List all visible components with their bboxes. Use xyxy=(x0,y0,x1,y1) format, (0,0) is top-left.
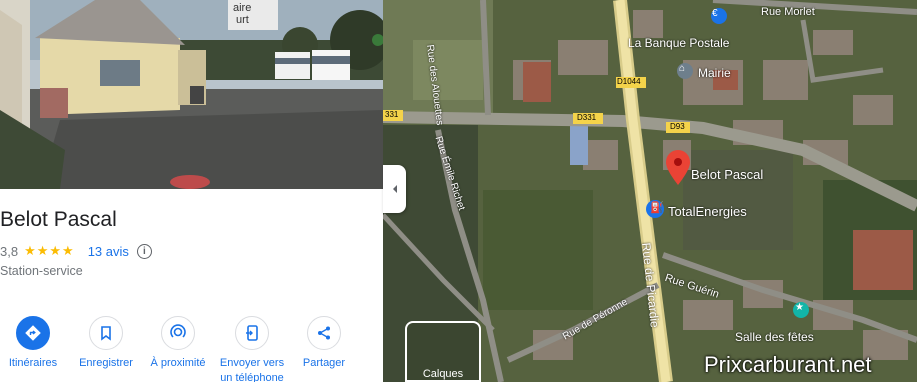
road-label-d331: D331 xyxy=(577,113,597,122)
save-button[interactable]: Enregistrer xyxy=(68,316,144,371)
gas-station-icon: ⛽ xyxy=(650,202,664,214)
nearby-icon xyxy=(161,316,195,350)
town-hall-icon: ⌂ xyxy=(679,63,686,74)
send-to-phone-label: Envoyer vers un téléphone xyxy=(219,357,285,382)
poi-marker-label[interactable]: Belot Pascal xyxy=(691,167,763,182)
rating-row: 3,8 ★★★★ 13 avis i xyxy=(0,243,152,259)
share-button[interactable]: Partager xyxy=(286,316,362,371)
phone-icon xyxy=(235,316,269,350)
layers-label: Calques xyxy=(422,368,464,380)
place-photo[interactable]: aire urt xyxy=(0,0,383,189)
place-panel: aire urt Belot Pascal 3,8 ★★★★ 13 avis i… xyxy=(0,0,383,382)
chevron-left-icon xyxy=(392,185,397,193)
bank-icon: € xyxy=(712,8,718,19)
photo-sign-text: aire xyxy=(233,2,252,14)
poi-salle-des-fetes[interactable]: Salle des fêtes xyxy=(735,330,814,344)
place-category: Station-service xyxy=(0,264,83,278)
info-icon[interactable]: i xyxy=(136,243,152,259)
reviews-link[interactable]: 13 avis xyxy=(88,244,129,259)
rating-value: 3,8 xyxy=(0,243,19,259)
poi-mairie[interactable]: Mairie xyxy=(698,66,731,80)
directions-button[interactable]: Itinéraires xyxy=(0,316,71,371)
bookmark-icon xyxy=(89,316,123,350)
action-bar: Itinéraires Enregistrer À proximité Envo… xyxy=(0,316,383,382)
share-icon xyxy=(307,316,341,350)
directions-icon xyxy=(16,316,50,350)
location-marker-icon[interactable] xyxy=(666,150,690,186)
event-hall-icon: ★ xyxy=(795,302,804,313)
directions-label: Itinéraires xyxy=(8,357,58,369)
send-to-phone-button[interactable]: Envoyer vers un téléphone xyxy=(214,316,290,382)
rating-stars: ★★★★ xyxy=(24,243,75,258)
street-rue-morlet: Rue Morlet xyxy=(761,6,815,18)
nearby-button[interactable]: À proximité xyxy=(140,316,216,371)
share-label: Partager xyxy=(302,357,346,369)
road-label-331: 331 xyxy=(385,110,399,119)
road-label-d93: D93 xyxy=(670,122,685,131)
layers-button[interactable]: Calques xyxy=(405,321,481,382)
photo-sign-text-2: urt xyxy=(236,14,249,26)
poi-banque-postale[interactable]: La Banque Postale xyxy=(628,36,729,50)
place-title: Belot Pascal xyxy=(0,208,117,231)
collapse-panel-button[interactable] xyxy=(383,165,406,213)
road-label-d1044: D1044 xyxy=(617,77,641,86)
nearby-label: À proximité xyxy=(150,357,206,369)
watermark: Prixcarburant.net xyxy=(704,352,872,377)
poi-totalenergies[interactable]: TotalEnergies xyxy=(668,204,747,219)
save-label: Enregistrer xyxy=(79,357,133,369)
